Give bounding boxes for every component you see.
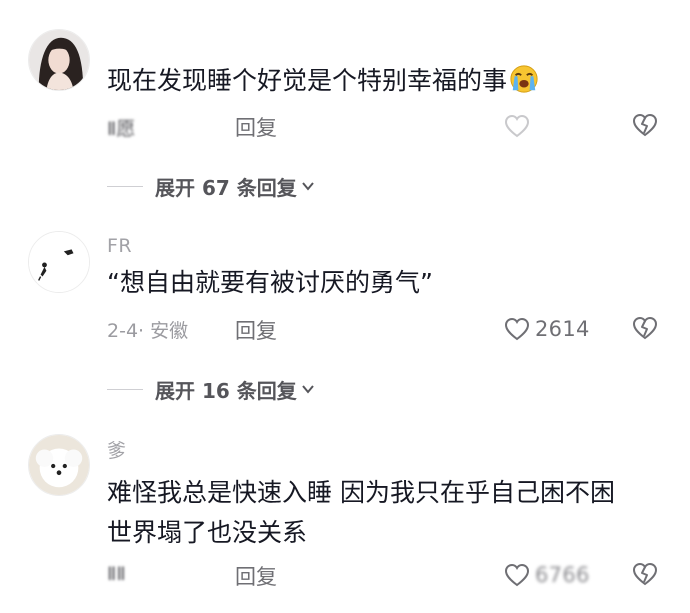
avatar[interactable] [28, 29, 90, 91]
comment-text: 现在发现睡个好觉是个特别幸福的事 [107, 64, 667, 98]
comment-meta-row: ⅡⅡ 回复 6766 [107, 560, 667, 590]
like-button[interactable]: 6766 [503, 560, 590, 590]
comment-date-location: 2-4· 安徽 [107, 320, 189, 342]
broken-heart-icon [632, 113, 658, 137]
comment-text-line-1: 难怪我总是快速入睡 因为我只在乎自己困不困 [107, 478, 615, 507]
reply-button[interactable]: 回复 [235, 315, 277, 345]
comment-meta-blurred: ⅡⅡ [107, 563, 126, 585]
expand-replies-label: 展开 67 条回复 [155, 175, 297, 200]
like-count: 6766 [535, 563, 590, 587]
avatar[interactable] [28, 231, 90, 293]
like-count: 2614 [535, 317, 590, 341]
broken-heart-icon [632, 316, 658, 340]
avatar-white-dog-icon [29, 435, 89, 495]
dislike-button[interactable] [631, 111, 661, 141]
comment-meta-blurred: Ⅱ愿 [107, 118, 136, 140]
like-button[interactable] [503, 111, 531, 141]
reply-button[interactable]: 回复 [235, 112, 277, 142]
dislike-button[interactable] [631, 560, 661, 590]
dislike-button[interactable] [631, 314, 661, 344]
avatar-photo-icon [29, 30, 89, 90]
username[interactable]: FR [107, 235, 132, 257]
comment-meta-row: 2-4· 安徽 回复 2614 [107, 314, 667, 344]
heart-outline-icon [504, 317, 530, 341]
comment-text-content: 现在发现睡个好觉是个特别幸福的事 [107, 66, 508, 95]
divider-line [107, 388, 143, 390]
expand-replies-button[interactable]: 展开 16 条回复 [107, 374, 316, 404]
avatar[interactable] [28, 434, 90, 496]
expand-replies-button[interactable]: 展开 67 条回复 [107, 171, 316, 201]
chevron-down-icon [301, 385, 314, 394]
chevron-down-icon [301, 182, 314, 191]
comment-text-line-2: 世界塌了也没关系 [107, 518, 308, 547]
username[interactable]: 爹 [107, 436, 127, 463]
expand-replies-label: 展开 16 条回复 [155, 378, 297, 403]
comment-meta-row: Ⅱ愿 回复 [107, 111, 667, 141]
avatar-sketch-icon [29, 232, 89, 292]
loudly-crying-face-icon [510, 65, 538, 93]
like-button[interactable]: 2614 [503, 314, 590, 344]
broken-heart-icon [632, 562, 658, 586]
heart-outline-icon [504, 563, 530, 587]
heart-outline-icon [504, 114, 530, 138]
divider-line [107, 185, 143, 187]
comment-text: “想自由就要有被讨厌的勇气” [107, 268, 433, 297]
reply-button[interactable]: 回复 [235, 561, 277, 591]
